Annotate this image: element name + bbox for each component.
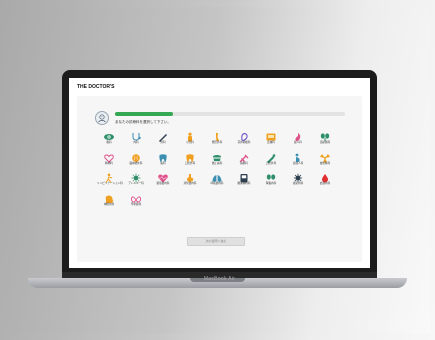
department-label: 口腔外科 bbox=[184, 161, 196, 165]
department-tile[interactable]: 整形外科 bbox=[205, 128, 229, 145]
department-tile[interactable]: 婦人科 bbox=[286, 128, 310, 145]
bone-joint-icon bbox=[211, 129, 223, 141]
department-tile[interactable]: 内科 bbox=[124, 128, 148, 145]
laptop-screen: THE DOCTOR'S 1/3 あなたの診療科を選択して下さい。 眼科 内科 外科… bbox=[69, 78, 370, 268]
skin-icon bbox=[265, 129, 277, 141]
department-label: 感染内科 bbox=[292, 182, 304, 185]
head-brain-icon bbox=[103, 191, 115, 203]
department-label: 皮膚科 bbox=[267, 141, 275, 144]
department-label: 消化器内科 bbox=[183, 182, 197, 185]
department-label: 放射線科 bbox=[319, 161, 331, 165]
radiation-icon bbox=[319, 150, 331, 162]
department-label: 矯正歯科 bbox=[211, 161, 223, 165]
virus-icon bbox=[292, 170, 304, 183]
stomach-icon bbox=[184, 170, 196, 182]
department-tile[interactable]: 泌尿器科 bbox=[313, 128, 337, 145]
department-label: 精神科 bbox=[105, 161, 113, 165]
department-tile[interactable]: 耳鼻咽喉科 bbox=[232, 128, 256, 145]
department-label: 整形外科 bbox=[211, 141, 223, 144]
mind-heart-icon bbox=[103, 150, 115, 163]
department-tile[interactable]: 神経内科 bbox=[97, 190, 121, 207]
department-label: リハビリテーション科 bbox=[97, 182, 123, 185]
department-label: 循環器内科 bbox=[156, 182, 170, 185]
department-label: 内科 bbox=[133, 141, 139, 144]
department-label: 小児科 bbox=[186, 141, 194, 144]
department-tile[interactable]: 小児科 bbox=[178, 128, 202, 145]
app-title: THE DOCTOR'S bbox=[77, 84, 115, 90]
department-label: 甲状腺科 bbox=[130, 202, 142, 206]
eye-icon bbox=[103, 129, 115, 140]
scalpel-icon bbox=[157, 129, 169, 142]
thyroid-icon bbox=[130, 191, 142, 202]
department-label: 口腔外科 bbox=[265, 161, 277, 165]
department-tile[interactable]: リハビリテーション科 bbox=[97, 169, 123, 186]
mouth-tooth-icon bbox=[184, 150, 196, 162]
department-label: 神経内科 bbox=[103, 202, 115, 206]
department-label: 糖尿病内科 bbox=[237, 182, 251, 185]
department-label: 血液内科 bbox=[319, 182, 331, 185]
department-tile[interactable]: 眼科 bbox=[97, 128, 121, 145]
uterus-icon bbox=[292, 129, 304, 141]
kidney-icon bbox=[319, 129, 331, 142]
department-tile[interactable]: 精神科 bbox=[97, 149, 121, 166]
department-label: アレルギー科 bbox=[128, 182, 144, 185]
stethoscope-icon bbox=[130, 129, 142, 141]
department-tile[interactable]: 循環器内科 bbox=[151, 169, 175, 186]
allergy-icon bbox=[130, 170, 142, 183]
device-model-label: MacBook Air bbox=[203, 276, 236, 282]
department-tile[interactable]: アレルギー科 bbox=[124, 169, 148, 186]
department-label: 外科 bbox=[160, 141, 166, 144]
department-tile[interactable]: 脳神経外科 bbox=[124, 149, 148, 166]
brain-icon bbox=[130, 150, 142, 162]
department-tile[interactable]: 外科 bbox=[151, 128, 175, 145]
department-tile[interactable]: 糖尿病内科 bbox=[232, 169, 256, 186]
lungs-icon bbox=[211, 170, 223, 182]
tooth-icon bbox=[157, 150, 169, 162]
blood-drop-icon bbox=[319, 170, 331, 183]
rehab-walker-icon bbox=[103, 170, 115, 183]
department-label: 歯科 bbox=[160, 161, 166, 165]
department-tile[interactable]: 産婦人科 bbox=[286, 149, 310, 166]
department-label: 眼科 bbox=[106, 141, 112, 144]
department-tile[interactable]: 甲状腺科 bbox=[124, 190, 148, 207]
department-tile[interactable]: 歯科 bbox=[151, 149, 175, 166]
ear-icon bbox=[238, 129, 250, 141]
department-label: 呼吸器内科 bbox=[210, 182, 224, 185]
department-label: 脳神経外科 bbox=[129, 161, 143, 165]
department-tile[interactable]: 感染内科 bbox=[286, 169, 310, 186]
department-tile[interactable]: 麻酔科 bbox=[232, 149, 256, 166]
progress-fill bbox=[115, 112, 173, 116]
department-label: 泌尿器科 bbox=[319, 141, 331, 144]
mouth-tool-icon bbox=[265, 150, 277, 163]
question-prompt: あなたの診療科を選択して下さい。 bbox=[115, 120, 171, 124]
pregnancy-icon bbox=[292, 150, 304, 162]
department-label: 婦人科 bbox=[294, 141, 302, 144]
braces-icon bbox=[211, 150, 223, 161]
department-label: 腎臓内科 bbox=[265, 182, 277, 185]
department-tile[interactable]: 血液内科 bbox=[313, 169, 337, 186]
department-tile[interactable]: 口腔外科 bbox=[178, 149, 202, 166]
department-tile[interactable]: 口腔外科 bbox=[259, 149, 283, 166]
department-tile[interactable]: 矯正歯科 bbox=[205, 149, 229, 166]
next-question-button[interactable]: 次の質問へ進む bbox=[187, 237, 245, 246]
syringe-icon bbox=[238, 150, 250, 162]
kidneys-icon bbox=[265, 170, 277, 180]
department-label: 産婦人科 bbox=[292, 161, 304, 165]
child-icon bbox=[184, 129, 196, 142]
department-tile[interactable]: 呼吸器内科 bbox=[205, 169, 229, 186]
department-tile[interactable]: 放射線科 bbox=[313, 149, 337, 166]
progress-bar: 1/3 bbox=[115, 112, 345, 149]
department-tile[interactable]: 消化器内科 bbox=[178, 169, 202, 186]
glucose-meter-icon bbox=[238, 170, 250, 183]
department-label: 耳鼻咽喉科 bbox=[237, 141, 251, 144]
heart-pulse-icon bbox=[157, 170, 169, 183]
doctor-avatar-icon bbox=[95, 111, 109, 125]
department-tile[interactable]: 腎臓内科 bbox=[259, 169, 283, 186]
department-tile[interactable]: 皮膚科 bbox=[259, 128, 283, 145]
department-label: 麻酔科 bbox=[240, 161, 248, 165]
